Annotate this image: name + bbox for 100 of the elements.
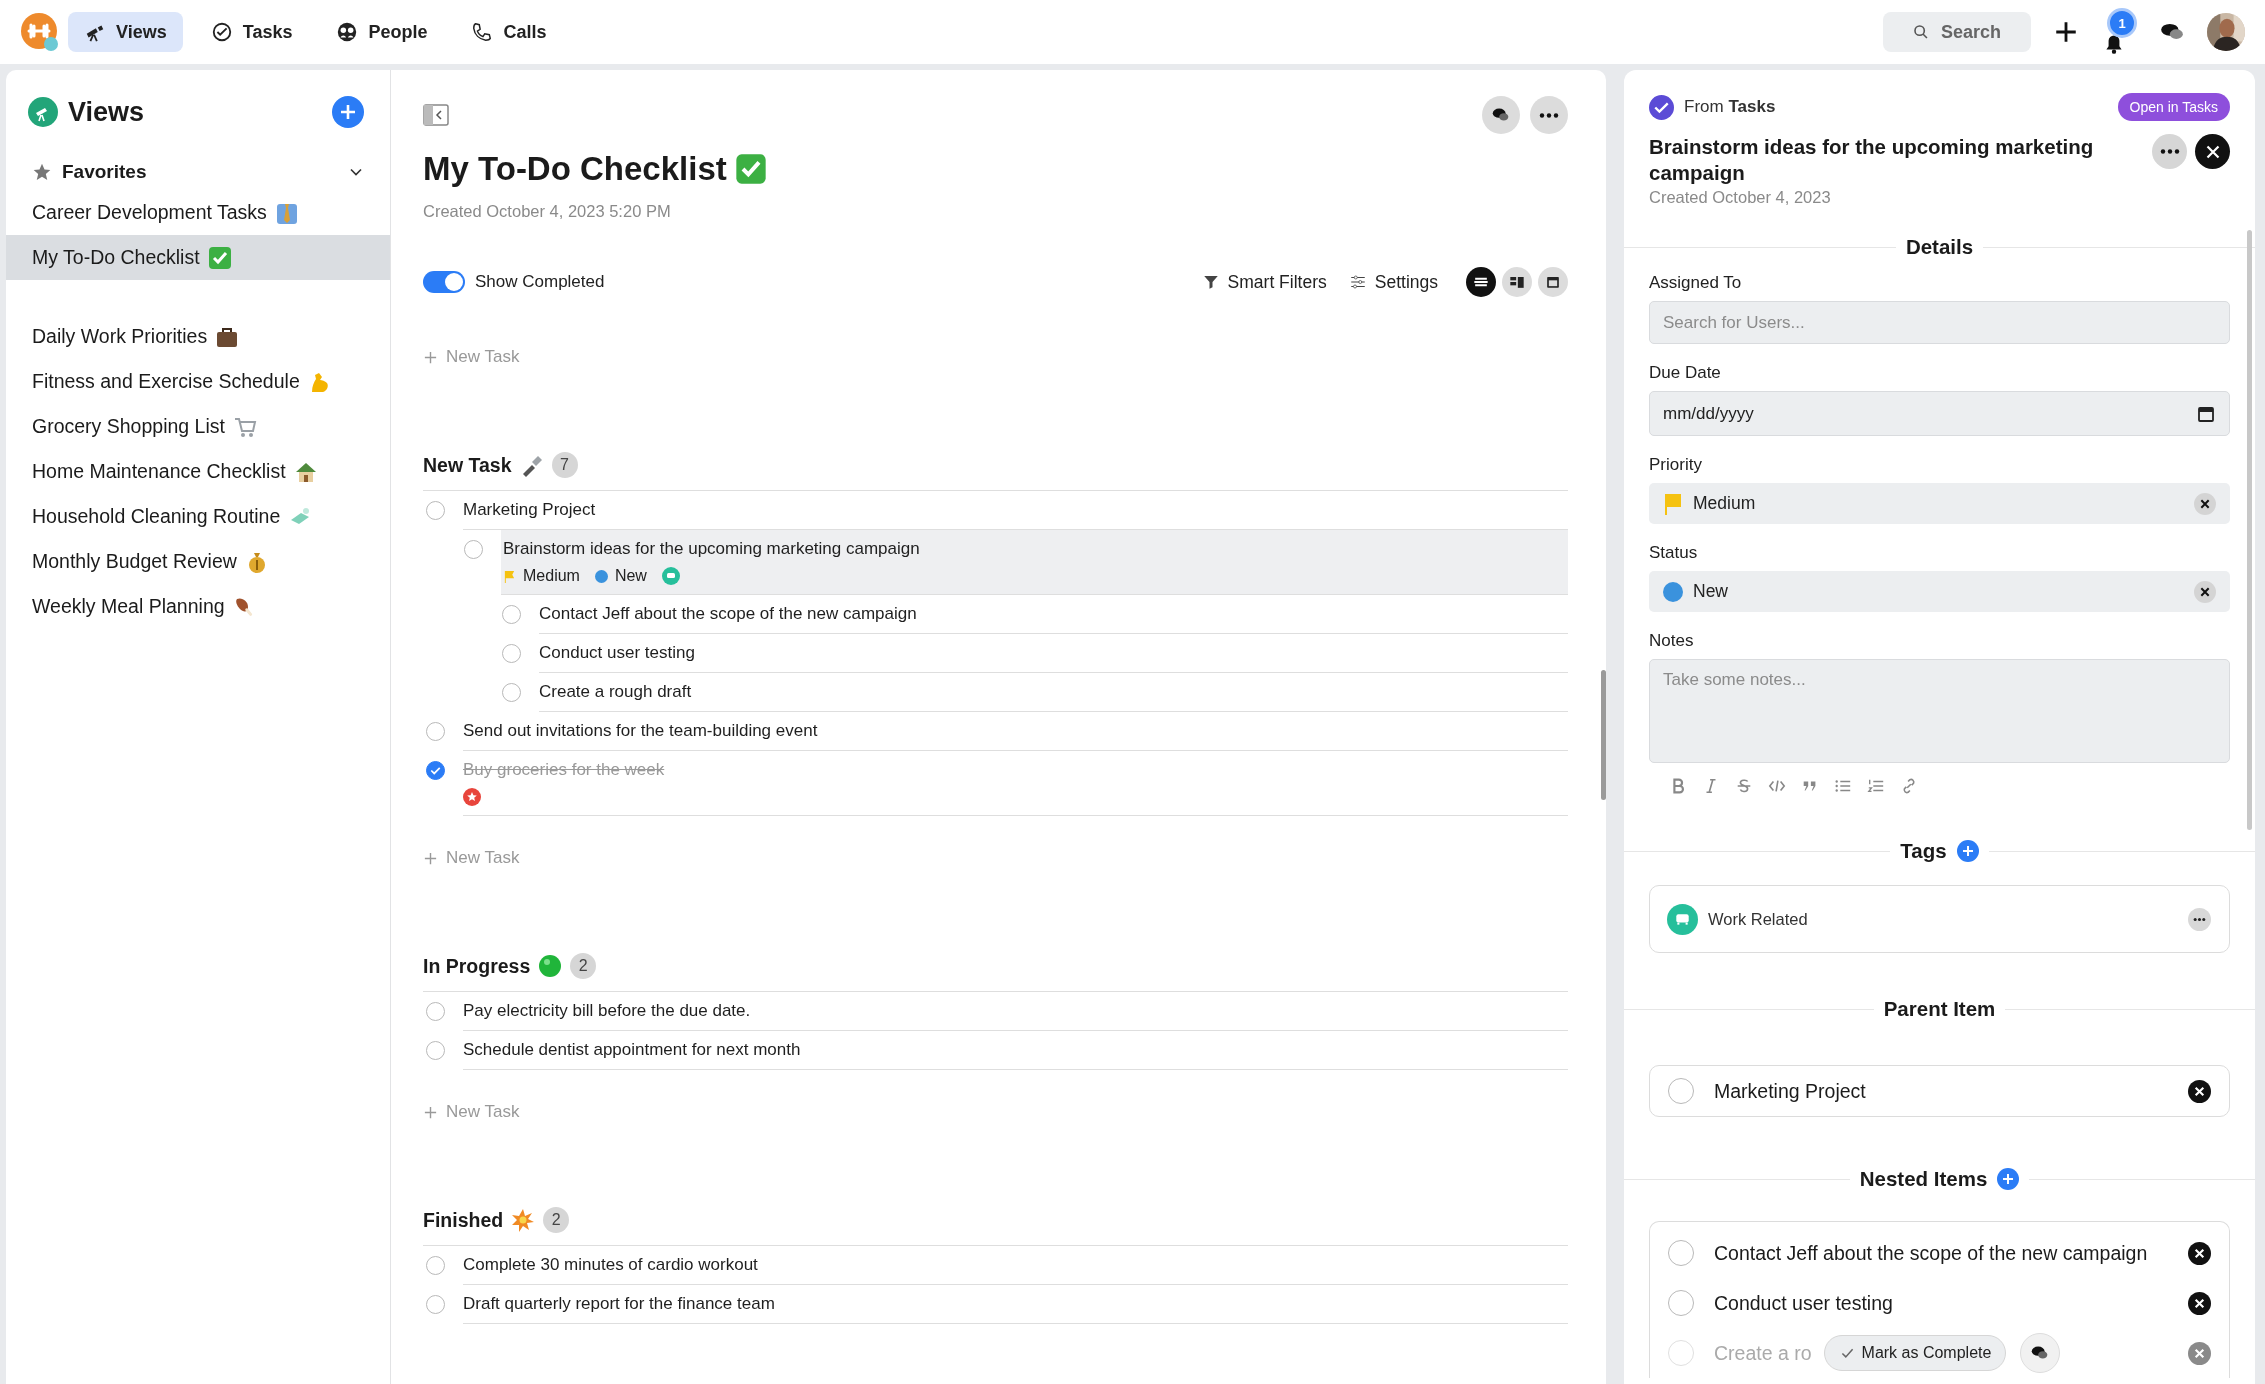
remove-icon[interactable] — [2188, 1241, 2211, 1265]
nav-tab[interactable]: People — [320, 12, 444, 52]
task-title: Conduct user testing — [539, 643, 695, 662]
count-badge: 7 — [551, 452, 578, 478]
task-row[interactable]: Complete 30 minutes of cardio workout — [463, 1246, 1568, 1285]
checkmark-icon — [207, 245, 232, 270]
task-row[interactable]: Create a rough draft — [539, 673, 1568, 712]
created-date: Created October 4, 2023 — [1649, 188, 1832, 207]
checkmark-icon — [734, 153, 767, 185]
task-row[interactable]: Send out invitations for the team-building event — [463, 712, 1568, 751]
strikethrough-icon[interactable] — [1735, 777, 1753, 795]
list-view-button[interactable] — [1466, 267, 1496, 297]
sidebar-item[interactable]: Home Maintenance Checklist — [6, 449, 390, 494]
sidebar-item[interactable]: Weekly Meal Planning — [6, 584, 390, 629]
section-heading: Nested Items — [1859, 1167, 1988, 1191]
nested-item-title[interactable]: Conduct user testing — [1714, 1291, 1893, 1315]
sidebar-item[interactable]: Fitness and Exercise Schedule — [6, 359, 390, 404]
task-checkbox[interactable] — [502, 605, 521, 624]
more-button[interactable] — [1530, 96, 1568, 134]
sidebar-toggle-icon[interactable] — [423, 104, 449, 126]
task-row[interactable]: Conduct user testing — [539, 634, 1568, 673]
sidebar-item[interactable]: Household Cleaning Routine — [6, 494, 390, 539]
field-label: Notes — [1649, 631, 1695, 651]
add-view-button[interactable] — [332, 96, 364, 128]
group-title: New Task — [423, 453, 512, 477]
task-row[interactable]: Pay electricity bill before the due date. — [463, 992, 1568, 1031]
task-checkbox[interactable] — [426, 501, 445, 520]
status-select[interactable]: New — [1649, 571, 2230, 612]
date-field[interactable]: mm/dd/yyyy — [1649, 391, 2230, 436]
add-nested-item-button[interactable] — [1997, 1168, 2020, 1190]
task-title: Brainstorm ideas for the upcoming marketing campaign — [503, 539, 920, 558]
task-row[interactable]: Schedule dentist appointment for next month — [463, 1031, 1568, 1070]
task-checkbox[interactable] — [426, 1002, 445, 1021]
smart-filters-button[interactable]: Smart Filters — [1201, 271, 1327, 293]
section-heading: Details — [1905, 235, 1974, 259]
dot-icon — [538, 954, 563, 978]
toggle-switch[interactable] — [423, 271, 465, 293]
task-title: Create a rough draft — [539, 682, 692, 701]
favorites-header[interactable]: Favorites — [6, 154, 390, 190]
task-title: Buy groceries for the week — [463, 760, 665, 779]
nav-tab[interactable]: Tasks — [194, 12, 309, 52]
sidebar-item[interactable]: Grocery Shopping List — [6, 404, 390, 449]
open-in-tasks-button[interactable]: Open in Tasks — [2117, 93, 2230, 121]
task-row[interactable]: Brainstorm ideas for the upcoming marketing campaign Medium New — [501, 530, 1568, 595]
add-icon[interactable] — [2053, 19, 2079, 45]
task-title: Pay electricity bill before the due date. — [463, 1001, 751, 1020]
task-checkbox[interactable] — [464, 540, 483, 559]
comments-button[interactable] — [1482, 96, 1520, 134]
task-checkbox[interactable] — [426, 1256, 445, 1275]
task-checkbox[interactable] — [426, 1295, 445, 1314]
priority-select[interactable]: Medium — [1649, 483, 2230, 524]
board-view-button[interactable] — [1502, 267, 1532, 297]
sidebar-item[interactable]: Career Development Tasks — [6, 190, 390, 235]
count-badge: 2 — [570, 953, 597, 979]
task-checkbox[interactable] — [502, 683, 521, 702]
sidebar-item[interactable]: Monthly Budget Review — [6, 539, 390, 584]
clear-icon[interactable] — [2194, 492, 2216, 515]
remove-icon[interactable] — [2188, 1079, 2211, 1103]
sidebar-item[interactable]: My To-Do Checklist — [6, 235, 390, 280]
more-button[interactable] — [2152, 134, 2187, 169]
numbered-list-icon[interactable] — [1867, 777, 1885, 795]
scrollbar[interactable] — [2247, 230, 2252, 830]
scrollbar[interactable] — [1601, 670, 1606, 800]
bullet-list-icon[interactable] — [1834, 777, 1852, 795]
settings-button[interactable]: Settings — [1348, 271, 1438, 293]
search-button[interactable]: Search — [1883, 12, 2031, 52]
plus-icon — [423, 850, 438, 866]
comments-button[interactable] — [2020, 1333, 2061, 1373]
tag-card[interactable]: Work Related — [1649, 885, 2230, 953]
section-heading: Parent Item — [1883, 997, 1996, 1021]
parent-item-title[interactable]: Marketing Project — [1714, 1079, 1866, 1103]
remove-icon[interactable] — [2188, 1291, 2211, 1315]
check-circle-icon — [210, 21, 233, 43]
calendar-view-button[interactable] — [1538, 267, 1568, 297]
field-label: Priority — [1649, 455, 1703, 475]
more-icon[interactable] — [2188, 907, 2211, 931]
more-icon — [2159, 149, 2180, 154]
add-tag-button[interactable] — [1956, 840, 1979, 862]
star-icon — [32, 162, 52, 182]
task-row[interactable]: Draft quarterly report for the finance team — [463, 1285, 1568, 1324]
logo-icon[interactable] — [20, 12, 60, 52]
task-checkbox[interactable] — [426, 722, 445, 741]
mark-complete-button[interactable]: Mark as Complete — [1823, 1335, 2007, 1371]
task-checkbox[interactable] — [426, 1041, 445, 1060]
phone-icon — [471, 21, 494, 43]
nested-item-title[interactable]: Contact Jeff about the scope of the new campaign — [1714, 1241, 2148, 1265]
link-icon[interactable] — [1900, 777, 1918, 795]
field-label: Status — [1649, 543, 1699, 563]
nav-tab[interactable]: Calls — [455, 12, 563, 52]
task-checkbox[interactable] — [502, 644, 521, 663]
sidebar-item[interactable]: Daily Work Priorities — [6, 314, 390, 359]
nav-tab[interactable]: Views — [68, 12, 183, 52]
task-row[interactable]: Contact Jeff about the scope of the new campaign — [539, 595, 1568, 634]
burst-icon — [511, 1208, 536, 1232]
task-title: Brainstorm ideas for the upcoming marketing campaign — [1649, 134, 2095, 186]
task-checkbox[interactable] — [426, 761, 445, 780]
close-button[interactable] — [2195, 134, 2230, 169]
notes-field[interactable]: Take some notes... — [1649, 659, 2230, 763]
clear-icon[interactable] — [2194, 580, 2216, 603]
assignee-field[interactable]: Search for Users... — [1649, 301, 2230, 344]
